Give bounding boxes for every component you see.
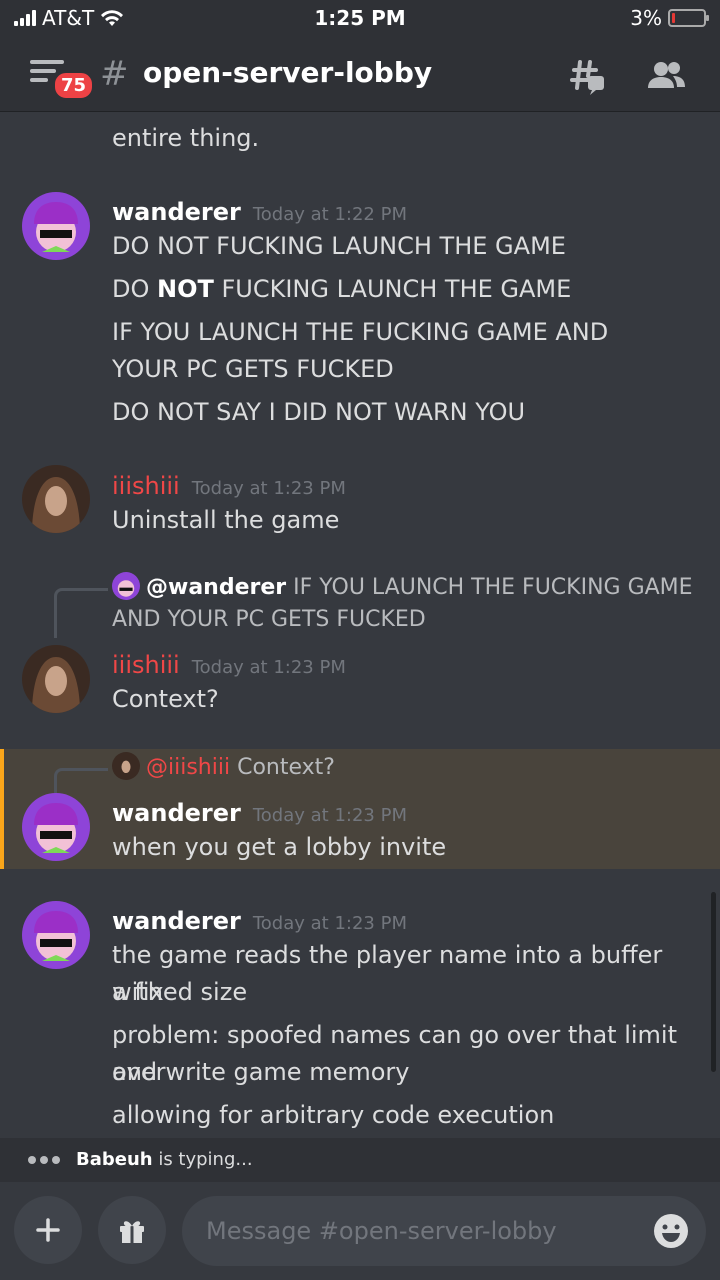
avatar[interactable] (22, 901, 90, 969)
typing-dots-icon (28, 1156, 60, 1164)
reply-preview[interactable]: @iiishiii Context? (112, 752, 700, 784)
notification-badge: 75 (52, 70, 96, 101)
status-bar: AT&T 1:25 PM 3% (0, 0, 720, 36)
clock: 1:25 PM (314, 6, 406, 30)
message-line: DO NOT FUCKING LAUNCH THE GAME (112, 232, 566, 260)
avatar[interactable] (22, 192, 90, 260)
message-line: DO NOT FUCKING LAUNCH THE GAME (112, 271, 700, 308)
typing-indicator: Babeuh is typing... (0, 1138, 720, 1182)
timestamp: Today at 1:22 PM (252, 204, 407, 225)
message-author[interactable]: wanderer Today at 1:22 PM (112, 198, 407, 226)
text-run: FUCKING LAUNCH THE GAME (213, 275, 572, 303)
add-attachment-button[interactable] (14, 1196, 82, 1264)
reply-text: IF YOU LAUNCH THE FUCKING GAME (293, 575, 693, 600)
bold-text: NOT (157, 275, 214, 303)
gift-button[interactable] (98, 1196, 166, 1264)
emoji-icon[interactable] (652, 1212, 690, 1250)
message-line: entire thing. (112, 124, 260, 152)
plus-icon (36, 1218, 60, 1242)
channel-header: 75 # open-server-lobby (0, 36, 720, 112)
message-author[interactable]: wanderer Today at 1:23 PM (112, 799, 407, 827)
timestamp: Today at 1:23 PM (191, 478, 346, 499)
reply-mention[interactable]: @wanderer (146, 575, 286, 600)
reply-connector (54, 588, 108, 638)
reply-text: Context? (237, 755, 335, 780)
message-author[interactable]: iiishiii Today at 1:23 PM (112, 472, 346, 500)
timestamp: Today at 1:23 PM (252, 913, 407, 934)
message-line: Context? (112, 685, 219, 713)
members-icon[interactable] (646, 56, 686, 96)
message-input[interactable] (182, 1196, 706, 1266)
scrollbar[interactable] (711, 892, 716, 1072)
message-line: YOUR PC GETS FUCKED (112, 355, 394, 383)
message-composer (0, 1182, 720, 1280)
reply-avatar (112, 572, 140, 600)
typing-text: Babeuh is typing... (76, 1149, 253, 1170)
typing-suffix: is typing... (152, 1149, 253, 1170)
threads-icon[interactable] (566, 56, 606, 96)
author-name[interactable]: wanderer (112, 198, 241, 226)
reply-mention[interactable]: @iiishiii (146, 755, 230, 780)
author-name[interactable]: iiishiii (112, 651, 180, 679)
text-run: DO (112, 275, 157, 303)
message-line: Uninstall the game (112, 506, 340, 534)
message-line: when you get a lobby invite (112, 833, 447, 861)
message-list[interactable]: entire thing. wanderer Today at 1:22 PM D… (0, 112, 720, 1138)
message-line: allowing for arbitrary code execution (112, 1101, 555, 1129)
reply-text-cont: AND YOUR PC GETS FUCKED (112, 607, 426, 632)
timestamp: Today at 1:23 PM (191, 657, 346, 678)
reply-preview[interactable]: @wanderer IF YOU LAUNCH THE FUCKING GAME (112, 572, 700, 604)
channel-title[interactable]: open-server-lobby (143, 56, 432, 89)
gift-icon (120, 1221, 144, 1243)
battery-percent: 3% (630, 6, 662, 30)
author-name[interactable]: wanderer (112, 799, 241, 827)
channel-hash-icon: # (100, 54, 129, 94)
avatar[interactable] (22, 793, 90, 861)
avatar[interactable] (22, 465, 90, 533)
reply-connector (54, 768, 108, 796)
author-name[interactable]: wanderer (112, 907, 241, 935)
message-author[interactable]: wanderer Today at 1:23 PM (112, 907, 407, 935)
reply-avatar (112, 752, 140, 780)
typing-user: Babeuh (76, 1149, 153, 1170)
message-line: DO NOT SAY I DID NOT WARN YOU (112, 398, 526, 426)
timestamp: Today at 1:23 PM (252, 805, 407, 826)
message-line: a fixed size (112, 978, 248, 1006)
message-line: IF YOU LAUNCH THE FUCKING GAME AND (112, 318, 609, 346)
avatar[interactable] (22, 645, 90, 713)
message-line: overwrite game memory (112, 1058, 410, 1086)
author-name[interactable]: iiishiii (112, 472, 180, 500)
message-author[interactable]: iiishiii Today at 1:23 PM (112, 651, 346, 679)
battery-icon (668, 9, 709, 27)
